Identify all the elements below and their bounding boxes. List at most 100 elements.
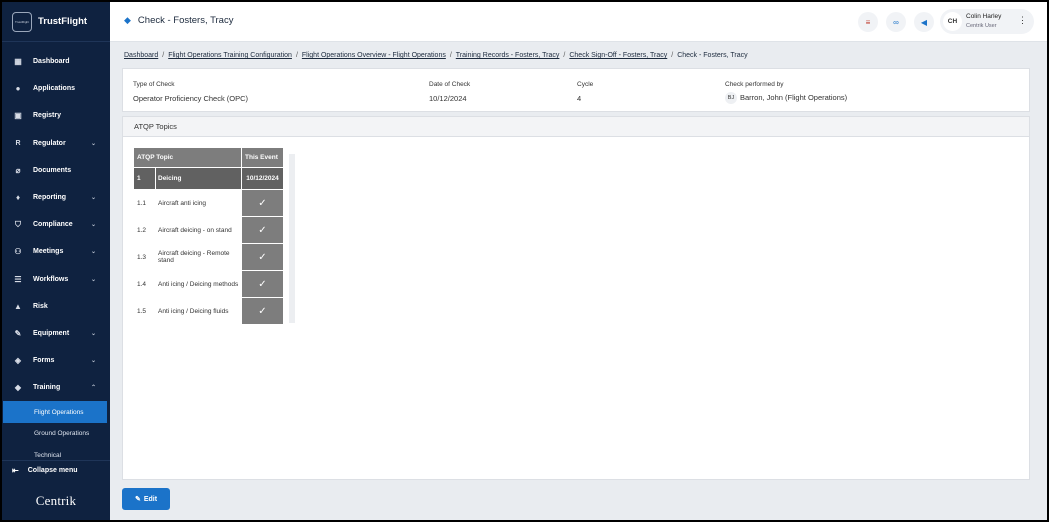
sidebar-item-dashboard[interactable]: ▦ Dashboard (2, 48, 110, 75)
avatar: BJ (725, 92, 737, 104)
more-options-icon[interactable]: ⋮ (1018, 15, 1027, 26)
sidebar-item-label: Risk (33, 302, 48, 310)
check-mark-cell[interactable]: ✓ (241, 270, 284, 298)
collapse-menu-button[interactable]: ⇤ Collapse menu (2, 460, 110, 480)
table-scrollbar[interactable] (289, 154, 295, 323)
breadcrumb-link-check-sign-off[interactable]: Check Sign-Off - Fosters, Tracy (569, 52, 667, 59)
table-row: 1.1 Aircraft anti icing ✓ (133, 189, 284, 217)
top-header: ◆ Check - Fosters, Tracy ≡ ∞ ◀ CH Colin … (110, 2, 1047, 42)
table-row: 1.5 Anti icing / Deicing fluids ✓ (133, 297, 284, 325)
sidebar-item-meetings[interactable]: ⚇ Meetings ⌄ (2, 238, 110, 265)
sidebar-item-training[interactable]: ◆ Training ⌃ (2, 374, 110, 401)
check-info-card: Type of Check Operator Proficiency Check… (122, 68, 1030, 112)
collapse-menu-label: Collapse menu (27, 467, 78, 474)
chevron-down-icon: ⌄ (90, 358, 96, 365)
chevron-down-icon: ⌄ (90, 276, 96, 283)
sidebar-item-risk[interactable]: ▲ Risk (2, 293, 110, 320)
sidebar: TrustFlight TrustFlight ▦ Dashboard ● Ap… (2, 2, 110, 520)
column-header-this-event: This Event (241, 147, 284, 168)
sidebar-item-label: Dashboard (33, 58, 70, 66)
topic-name: Anti icing / Deicing fluids (155, 297, 242, 325)
sidebar-item-workflows[interactable]: ☰ Workflows ⌄ (2, 266, 110, 293)
sidebar-item-registry[interactable]: ▣ Registry (2, 102, 110, 129)
performer-name: Barron, John (Flight Operations) (740, 92, 848, 102)
paperclip-icon: ⌀ (15, 165, 21, 175)
check-mark-cell[interactable]: ✓ (241, 297, 284, 325)
sidebar-item-equipment[interactable]: ✎ Equipment ⌄ (2, 320, 110, 347)
breadcrumb-link-training-config[interactable]: Flight Operations Training Configuration (168, 52, 292, 59)
regulator-r-icon: R (15, 139, 21, 147)
topic-name: Aircraft anti icing (155, 189, 242, 217)
brand-name: TrustFlight (38, 16, 88, 27)
sidebar-item-label: Training (33, 384, 61, 392)
sidebar-item-regulator[interactable]: R Regulator ⌄ (2, 130, 110, 157)
sidebar-item-reporting[interactable]: ♦ Reporting ⌄ (2, 184, 110, 211)
sidebar-nav: ▦ Dashboard ● Applications ▣ Registry R … (2, 48, 110, 401)
user-menu[interactable]: CH Colin Harley Centrik User ⋮ (940, 9, 1034, 34)
edit-button[interactable]: ✎ Edit (122, 488, 170, 510)
check-mark-cell[interactable]: ✓ (241, 216, 284, 244)
database-icon[interactable]: ≡ (858, 12, 878, 32)
cycle: Cycle 4 (577, 81, 593, 103)
shield-icon: ⛉ (15, 219, 21, 229)
check-performed-by-value: BJ Barron, John (Flight Operations) (725, 92, 847, 104)
breadcrumb-current: Check - Fosters, Tracy (677, 52, 748, 59)
date-of-check-value: 10/12/2024 (429, 94, 467, 103)
atqp-grid: ATQP Topic This Event 1 Deicing 10/12/20… (133, 147, 284, 325)
type-of-check: Type of Check Operator Proficiency Check… (133, 81, 248, 103)
atqp-table: ATQP Topic This Event 1 Deicing 10/12/20… (133, 147, 284, 325)
sidebar-item-compliance[interactable]: ⛉ Compliance ⌄ (2, 211, 110, 238)
chevron-down-icon: ⌄ (90, 195, 96, 202)
brand[interactable]: TrustFlight TrustFlight (2, 2, 110, 42)
sidebar-item-forms[interactable]: ◈ Forms ⌄ (2, 347, 110, 374)
atqp-topics-card: ATQP Topics ATQP Topic This Event 1 Deic… (122, 116, 1030, 480)
edit-icon: ✎ (134, 496, 141, 503)
forms-icon: ◈ (14, 356, 22, 366)
chevron-down-icon: ⌄ (90, 140, 96, 147)
sidebar-item-label: Applications (33, 85, 76, 93)
section-name: Deicing (155, 167, 242, 190)
table-header-row: ATQP Topic This Event (133, 147, 284, 168)
sidebar-subitem-flight-operations[interactable]: Flight Operations (3, 401, 107, 423)
sidebar-subitem-ground-operations[interactable]: Ground Operations (3, 423, 107, 445)
page-title-text: Check - Fosters, Tracy (137, 15, 234, 26)
date-of-check-label: Date of Check (429, 81, 471, 88)
megaphone-icon[interactable]: ◀ (914, 12, 934, 32)
breadcrumb-link-dashboard[interactable]: Dashboard (124, 52, 158, 59)
check-performed-by-label: Check performed by (725, 81, 784, 88)
sidebar-item-documents[interactable]: ⌀ Documents (2, 157, 110, 184)
chevron-down-icon: ⌄ (90, 249, 96, 256)
breadcrumb-link-flight-ops-overview[interactable]: Flight Operations Overview - Flight Oper… (302, 52, 446, 59)
chevron-down-icon: ⌄ (90, 330, 96, 337)
sidebar-item-label: Reporting (33, 194, 67, 202)
cycle-label: Cycle (577, 81, 594, 88)
breadcrumb-link-training-records[interactable]: Training Records - Fosters, Tracy (456, 52, 560, 59)
brand-logo: TrustFlight (12, 11, 32, 32)
section-number: 1 (133, 167, 156, 190)
flame-icon: ♦ (15, 193, 21, 203)
topic-name: Aircraft deicing - on stand (155, 216, 242, 244)
chevron-down-icon: ⌄ (90, 222, 96, 229)
sidebar-item-label: Workflows (33, 275, 69, 283)
check-mark-cell[interactable]: ✓ (241, 189, 284, 217)
link-icon[interactable]: ∞ (886, 12, 906, 32)
table-row: 1.4 Anti icing / Deicing methods ✓ (133, 270, 284, 298)
sidebar-item-label: Registry (33, 112, 62, 120)
sidebar-item-applications[interactable]: ● Applications (2, 75, 110, 102)
training-submenu: Flight Operations Ground Operations Tech… (3, 401, 107, 466)
section-row: 1 Deicing 10/12/2024 (133, 167, 284, 190)
graduation-cap-icon: ◆ (124, 15, 131, 25)
page-title: ◆ Check - Fosters, Tracy (124, 15, 233, 26)
sidebar-item-label: Regulator (33, 139, 66, 147)
avatar: CH (943, 12, 962, 31)
section-event-date: 10/12/2024 (241, 167, 284, 190)
user-name: Colin Harley (966, 13, 1002, 20)
table-row: 1.3 Aircraft deicing - Remote stand ✓ (133, 243, 284, 271)
cycle-value: 4 (577, 94, 582, 103)
topic-number: 1.3 (133, 243, 156, 271)
check-mark-cell[interactable]: ✓ (241, 243, 284, 271)
breadcrumb: Dashboard / Flight Operations Training Con… (124, 52, 748, 59)
sidebar-item-label: Forms (33, 357, 55, 365)
collapse-menu-icon: ⇤ (12, 466, 19, 475)
app-frame: TrustFlight TrustFlight ▦ Dashboard ● Ap… (2, 2, 1047, 520)
